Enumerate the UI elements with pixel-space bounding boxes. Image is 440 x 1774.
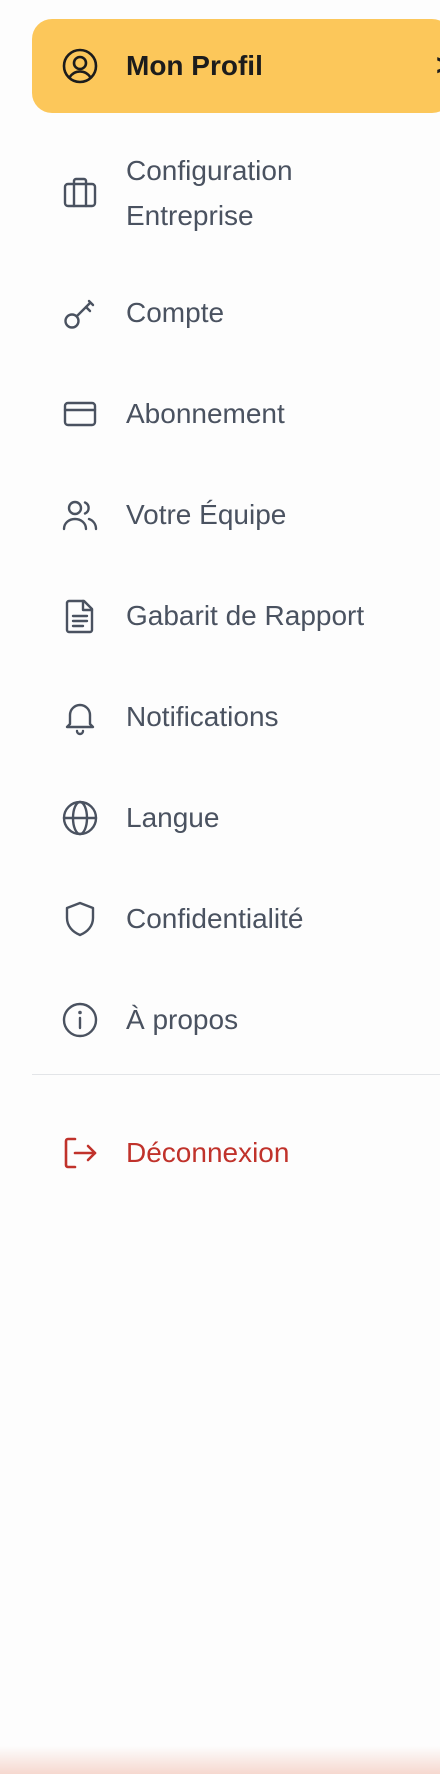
credit-card-icon <box>60 394 100 434</box>
bell-icon <box>60 697 100 737</box>
nav-item-configuration-entreprise[interactable]: Configuration Entreprise <box>32 143 440 243</box>
nav-item-label: Confidentialité <box>126 903 304 934</box>
nav-item-label: Compte <box>126 297 225 328</box>
nav-item-label: À propos <box>126 1004 239 1035</box>
nav-item-gabarit-de-rapport[interactable]: Gabarit de Rapport <box>32 581 440 651</box>
nav-item-notifications[interactable]: Notifications <box>32 682 440 752</box>
chevron-right-icon: > <box>436 49 440 83</box>
bottom-fade <box>0 1746 440 1774</box>
settings-menu-page: Mon Profil > Configuration Entreprise <box>0 0 440 1774</box>
nav-item-mon-profil[interactable]: Mon Profil > <box>32 19 440 113</box>
globe-icon <box>60 798 100 838</box>
nav-item-label: Configuration Entreprise <box>126 155 293 231</box>
nav-item-confidentialite[interactable]: Confidentialité <box>32 884 440 954</box>
logout-label: Déconnexion <box>126 1137 290 1168</box>
menu-divider <box>32 1074 440 1075</box>
nav-item-label: Gabarit de Rapport <box>126 600 365 631</box>
nav-item-label: Abonnement <box>126 398 285 429</box>
nav-item-langue[interactable]: Langue <box>32 783 440 853</box>
nav-item-a-propos[interactable]: À propos <box>32 985 440 1055</box>
info-icon <box>60 1000 100 1040</box>
user-circle-icon <box>60 46 100 86</box>
document-icon <box>60 596 100 636</box>
nav-item-label: Langue <box>126 802 220 833</box>
nav-item-votre-equipe[interactable]: Votre Équipe <box>32 480 440 550</box>
logout-button[interactable]: Déconnexion <box>32 1118 440 1188</box>
briefcase-icon <box>60 173 100 213</box>
nav-item-abonnement[interactable]: Abonnement <box>32 379 440 449</box>
nav-item-label: Notifications <box>126 701 279 732</box>
nav-item-label: Mon Profil <box>126 50 263 81</box>
nav-item-compte[interactable]: Compte <box>32 278 440 348</box>
users-icon <box>60 495 100 535</box>
key-icon <box>60 293 100 333</box>
logout-icon <box>60 1133 100 1173</box>
nav-item-label: Votre Équipe <box>126 499 287 530</box>
shield-icon <box>60 899 100 939</box>
